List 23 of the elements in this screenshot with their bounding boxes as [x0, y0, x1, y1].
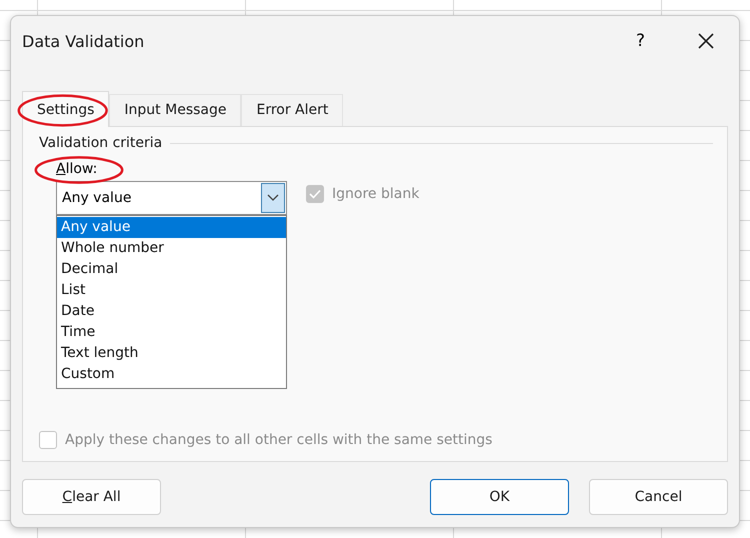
tab[interactable]: Error Alert	[241, 94, 344, 126]
cancel-button[interactable]: Cancel	[589, 479, 728, 515]
ok-button[interactable]: OK	[430, 479, 569, 515]
list-option[interactable]: Whole number	[57, 238, 286, 259]
list-option[interactable]: Custom	[57, 364, 286, 385]
group-title: Validation criteria	[39, 135, 162, 151]
dropdown-field[interactable]: Any value	[56, 181, 287, 215]
list-option[interactable]: Date	[57, 301, 286, 322]
list-option[interactable]: Decimal	[57, 259, 286, 280]
check-icon	[309, 189, 321, 199]
help-button[interactable]: ?	[636, 31, 645, 51]
list-option[interactable]: Text length	[57, 343, 286, 364]
list-option[interactable]: List	[57, 280, 286, 301]
tab[interactable]: Input Message	[109, 94, 242, 126]
list-option[interactable]: Any value	[57, 217, 286, 238]
chevron-down-icon	[267, 194, 279, 202]
close-icon[interactable]	[697, 32, 715, 50]
checkbox-label: Ignore blank	[332, 186, 420, 202]
field-label: Allow:	[56, 161, 98, 177]
clear-all-button[interactable]: Clear All	[22, 479, 161, 515]
checkbox-label: Apply these changes to all other cells with the same settings	[65, 432, 492, 448]
window-title: Data Validation	[22, 32, 146, 50]
list-option[interactable]: Time	[57, 322, 286, 343]
